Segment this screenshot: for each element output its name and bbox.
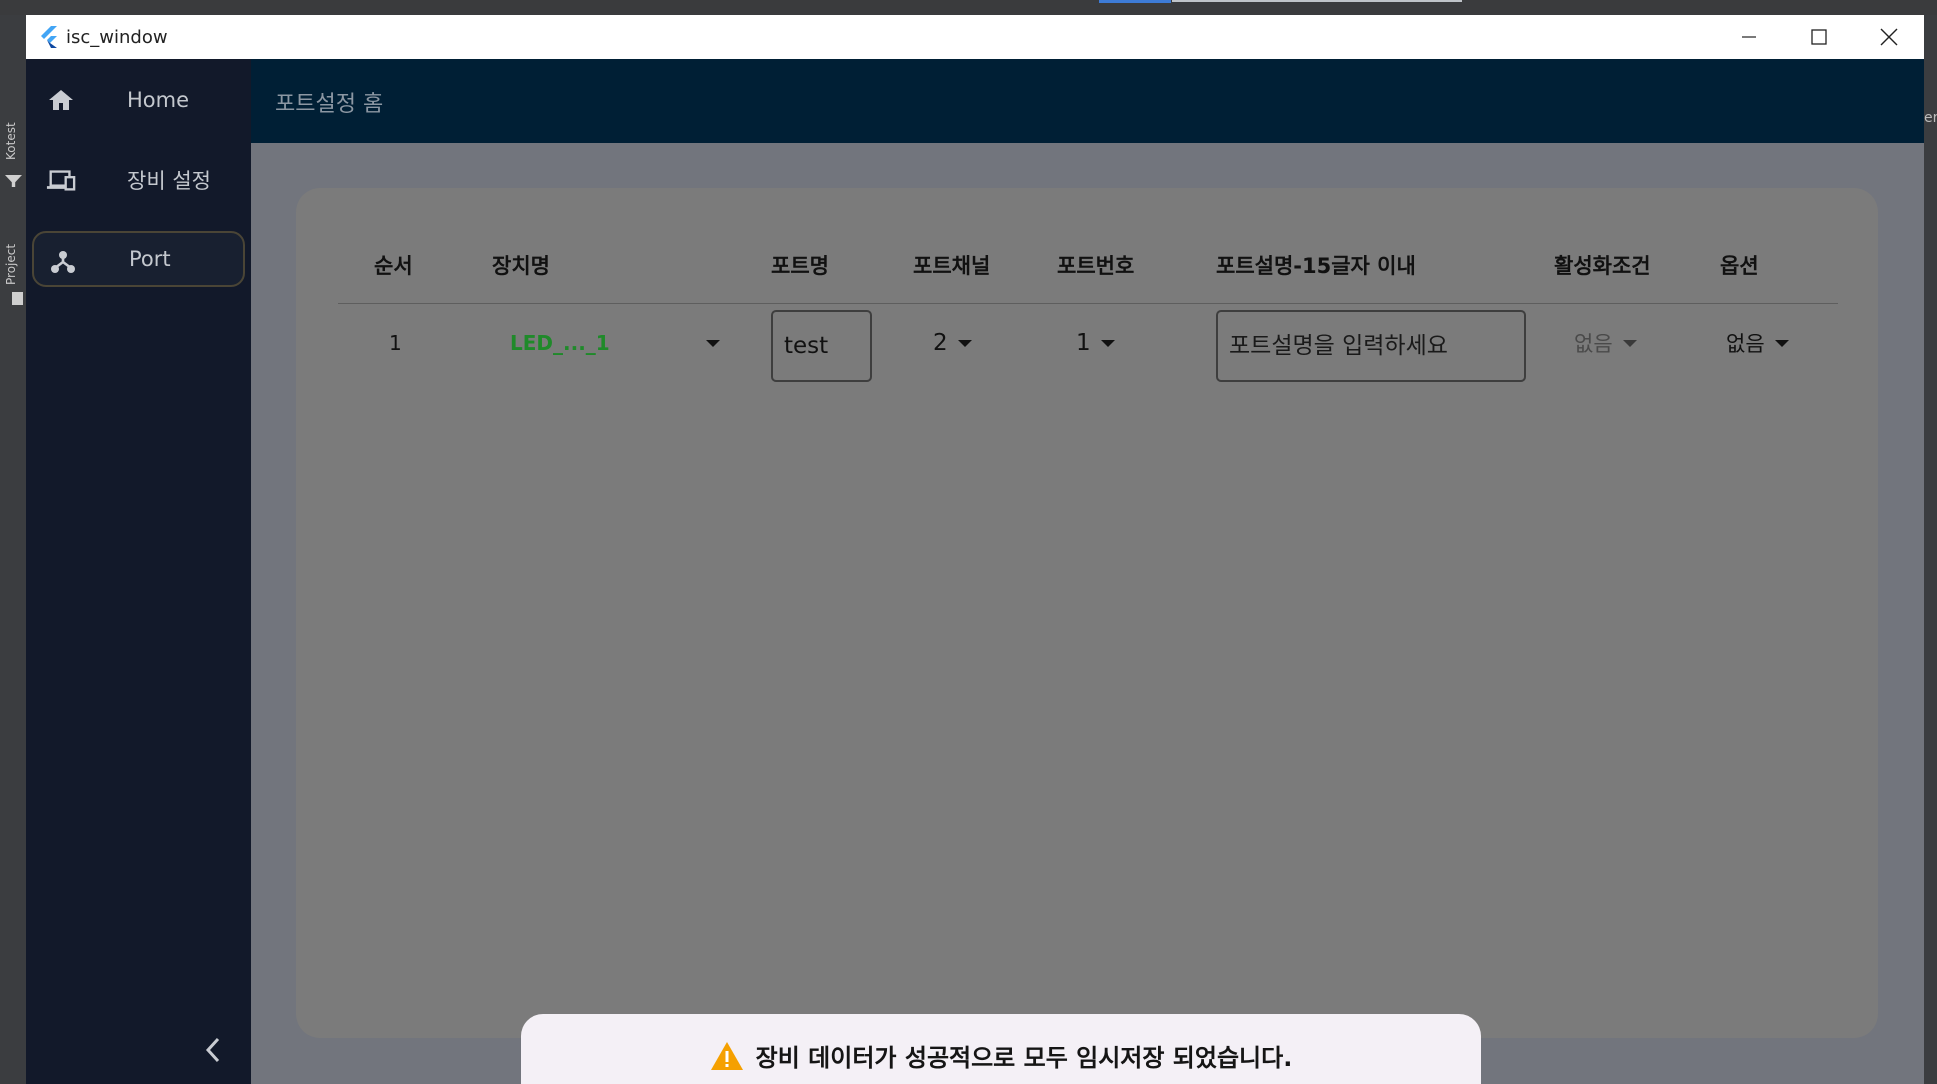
column-header-port-desc: 포트설명-15글자 이내 <box>1216 254 1416 278</box>
filter-icon <box>5 175 22 187</box>
title-bar[interactable]: isc_window <box>26 15 1924 59</box>
port-desc-field[interactable] <box>1216 310 1526 382</box>
minimize-icon <box>1742 36 1756 38</box>
row-seq-value: 1 <box>389 331 402 355</box>
home-icon <box>46 86 76 114</box>
column-header-port-channel: 포트채널 <box>913 254 991 278</box>
port-number-dropdown[interactable]: 1 <box>1076 308 1115 378</box>
port-name-field[interactable] <box>771 310 872 382</box>
collapse-sidebar-button[interactable] <box>198 1030 228 1070</box>
nav-item-port[interactable]: Port <box>32 231 245 287</box>
ide-kotest-label[interactable]: Kotest <box>4 110 22 160</box>
activation-value: 없음 <box>1574 332 1613 356</box>
ide-right-toolstrip: er <box>1924 15 1937 1084</box>
snackbar-content: 장비 데이터가 성공적으로 모두 임시저장 되었습니다. <box>710 1038 1293 1073</box>
option-dropdown[interactable]: 없음 <box>1726 308 1789 378</box>
dropdown-arrow-icon <box>957 339 972 347</box>
snackbar: 장비 데이터가 성공적으로 모두 임시저장 되었습니다. <box>521 1014 1481 1084</box>
hub-icon <box>48 247 78 275</box>
ide-right-label: er <box>1924 110 1937 126</box>
window-title: isc_window <box>66 27 168 48</box>
device-dropdown[interactable]: LED_..._1 <box>510 308 720 378</box>
page-title: 포트설정 홈 <box>275 92 384 117</box>
nav-item-label: 장비 설정 <box>127 169 211 193</box>
row-seq-cell: 1 <box>389 308 402 378</box>
dropdown-arrow-icon <box>706 339 720 347</box>
column-header-activation: 활성화조건 <box>1554 254 1651 278</box>
port-table-card: 순서 장치명 포트명 포트채널 포트번호 포트설명-15글자 이내 활성화조건 … <box>296 188 1878 1038</box>
nav-item-label: Home <box>127 88 190 112</box>
nav-item-home[interactable]: Home <box>32 72 245 128</box>
flutter-logo-icon <box>41 26 57 48</box>
column-header-option: 옵션 <box>1720 254 1759 278</box>
dropdown-arrow-icon <box>1622 339 1637 347</box>
ide-left-toolstrip: Kotest Project <box>0 15 26 1084</box>
close-button[interactable] <box>1854 15 1924 59</box>
port-channel-dropdown[interactable]: 2 <box>933 308 972 378</box>
dropdown-arrow-icon <box>1774 339 1789 347</box>
navigation-rail: Home 장비 설정 Port <box>26 59 251 1084</box>
chevron-left-icon <box>205 1037 220 1063</box>
column-header-port-number: 포트번호 <box>1057 254 1135 278</box>
close-icon <box>1880 28 1898 46</box>
app-window: isc_window Home 장비 설정 Port 포트설정 홈 순서 장치명… <box>26 15 1924 1084</box>
port-number-value: 1 <box>1076 330 1091 356</box>
column-header-port-name: 포트명 <box>771 254 829 278</box>
devices-icon <box>46 166 76 194</box>
port-name-input[interactable] <box>784 333 870 359</box>
app-bar: 포트설정 홈 <box>251 59 1924 143</box>
main-content: 포트설정 홈 순서 장치명 포트명 포트채널 포트번호 포트설명-15글자 이내… <box>251 59 1924 1084</box>
warning-icon <box>710 1041 743 1070</box>
column-header-device: 장치명 <box>492 254 550 278</box>
port-desc-input[interactable] <box>1229 333 1524 359</box>
maximize-button[interactable] <box>1784 15 1854 59</box>
desktop-tab <box>1172 0 1462 2</box>
snackbar-message: 장비 데이터가 성공적으로 모두 임시저장 되었습니다. <box>755 1044 1293 1072</box>
folder-icon <box>12 292 23 305</box>
activation-dropdown[interactable]: 없음 <box>1574 308 1637 378</box>
minimize-button[interactable] <box>1714 15 1784 59</box>
port-channel-value: 2 <box>933 330 948 356</box>
nav-item-device-settings[interactable]: 장비 설정 <box>32 152 245 208</box>
nav-item-label: Port <box>129 247 171 271</box>
ide-project-label[interactable]: Project <box>4 230 22 285</box>
header-divider <box>338 303 1838 304</box>
device-dropdown-value: LED_..._1 <box>510 331 610 355</box>
dropdown-arrow-icon <box>1100 339 1115 347</box>
column-header-seq: 순서 <box>374 254 413 278</box>
option-value: 없음 <box>1726 332 1765 356</box>
maximize-icon <box>1811 29 1827 45</box>
desktop-tab-active <box>1099 0 1171 3</box>
desktop-topbar <box>0 0 1937 15</box>
